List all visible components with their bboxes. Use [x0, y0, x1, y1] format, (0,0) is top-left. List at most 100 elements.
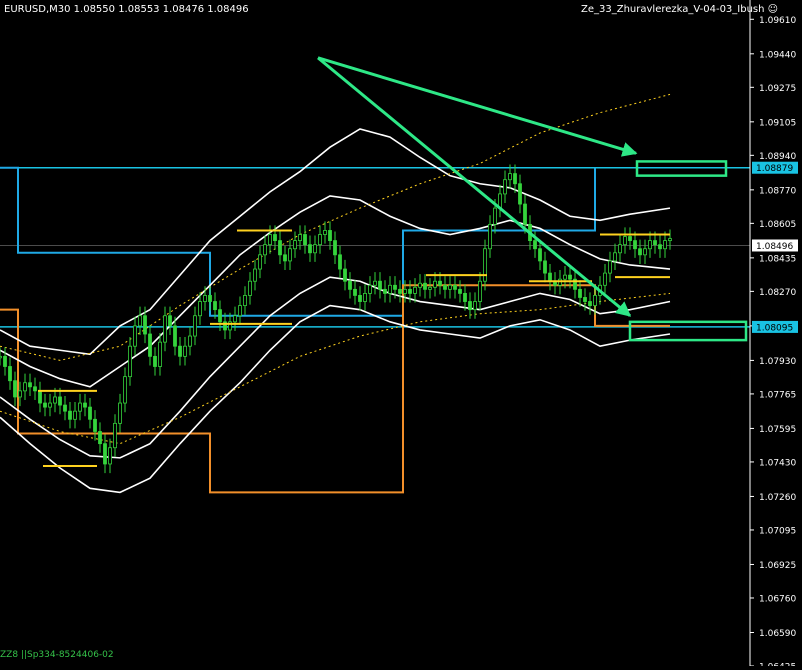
candle-body [378, 280, 382, 290]
candle-body [558, 278, 562, 286]
y-tick-label: 1.07095 [759, 526, 796, 536]
candle-body [163, 315, 167, 343]
chart-window[interactable]: 1.09610 1.09440 1.09275 1.09105 1.08940 1.087… [0, 0, 802, 670]
candle-body [93, 418, 97, 432]
candle-body [58, 396, 62, 406]
candle-body [208, 295, 212, 302]
candle-body [578, 288, 582, 298]
candle-body [423, 282, 427, 290]
candle-body [248, 280, 252, 296]
candle-body [253, 268, 257, 282]
candle-body [533, 240, 537, 250]
candle-body [263, 244, 267, 256]
candle-body [138, 315, 142, 327]
candle-body [303, 234, 307, 246]
candle-body [623, 236, 627, 246]
candle-body [408, 288, 412, 294]
candle-body [523, 203, 527, 225]
candle-body [173, 325, 177, 347]
candle-body [478, 280, 482, 302]
candle-body [73, 410, 77, 420]
candle-body [518, 183, 522, 205]
candle-body [148, 333, 152, 357]
smiley-icon: ☺ [767, 4, 779, 15]
candle-body [203, 295, 207, 302]
candle-body [403, 288, 407, 294]
y-tick-label: 1.06925 [759, 561, 796, 571]
y-tick-label: 1.08770 [759, 186, 796, 196]
y-tick-label: 1.07430 [759, 458, 796, 468]
y-tick-label: 1.08270 [759, 288, 796, 298]
candle-body [178, 345, 182, 357]
candle-body [183, 345, 187, 357]
candle-body [358, 295, 362, 302]
candle-body [213, 301, 217, 311]
candle-body [663, 240, 667, 250]
y-tick-label: 1.09440 [759, 50, 796, 60]
candle-body [483, 248, 487, 282]
candle-body [453, 284, 457, 290]
y-tick-label: 1.07595 [759, 425, 796, 435]
candle-body [668, 238, 672, 242]
candle-body [383, 288, 387, 294]
candle-body [108, 447, 112, 465]
candle-body [343, 268, 347, 282]
y-tick-label: 1.09610 [759, 16, 796, 26]
candle-body [33, 386, 37, 392]
candle-body [288, 248, 292, 262]
candle-body [438, 280, 442, 286]
candle-body [568, 274, 572, 280]
candle-body [143, 315, 147, 335]
candle-body [293, 240, 297, 250]
candle-body [313, 244, 317, 254]
candle-body [473, 301, 477, 311]
candle-body [548, 272, 552, 282]
price-label: 1.08496 [756, 242, 793, 252]
candle-body [18, 390, 22, 398]
candle-body [193, 315, 197, 337]
candle-body [23, 382, 27, 392]
candle-body [13, 380, 17, 398]
candle-body [133, 325, 137, 347]
candle-body [433, 280, 437, 288]
candle-body [158, 341, 162, 367]
candle-body [268, 234, 272, 246]
candle-body [128, 345, 132, 378]
candle-body [63, 404, 67, 412]
candle-body [488, 223, 492, 250]
y-tick-label: 1.06760 [759, 594, 796, 604]
y-tick-label: 1.06425 [759, 663, 796, 667]
price-label: 1.08095 [756, 323, 793, 333]
candle-body [68, 410, 72, 420]
candle-body [418, 282, 422, 288]
candle-body [123, 376, 127, 404]
price-label: 1.08879 [756, 164, 793, 174]
candle-body [653, 240, 657, 246]
candle-body [273, 234, 277, 242]
symbol-header: EURUSD,M30 1.08550 1.08553 1.08476 1.084… [4, 4, 249, 15]
candle-body [468, 301, 472, 311]
candle-body [633, 240, 637, 250]
chart-background [0, 0, 802, 666]
candle-body [243, 295, 247, 306]
candle-body [353, 288, 357, 296]
candle-body [543, 260, 547, 274]
candle-body [0, 355, 2, 359]
candle-body [43, 402, 47, 408]
candle-body [398, 288, 402, 294]
candle-body [198, 301, 202, 317]
y-tick-label: 1.07930 [759, 357, 796, 367]
candle-body [428, 286, 432, 290]
candle-body [48, 402, 52, 408]
candle-body [618, 244, 622, 254]
candle-body [328, 230, 332, 242]
candle-body [563, 274, 567, 280]
candle-body [8, 366, 12, 382]
candle-body [118, 402, 122, 424]
candle-body [373, 280, 377, 286]
candle-body [78, 402, 82, 412]
candle-body [638, 248, 642, 256]
candle-body [493, 207, 497, 225]
price-chart[interactable]: 1.09610 1.09440 1.09275 1.09105 1.08940 1.087… [0, 0, 802, 670]
candle-body [603, 272, 607, 286]
